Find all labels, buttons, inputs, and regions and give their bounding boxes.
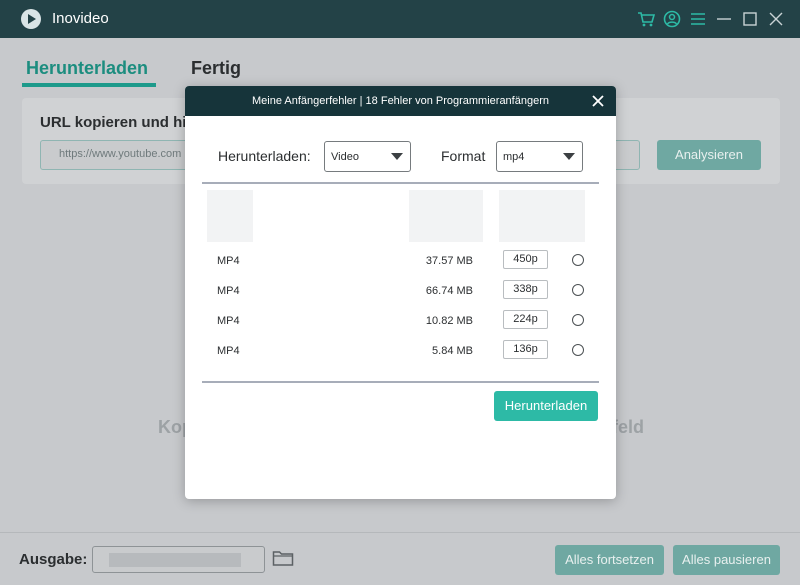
row-radio[interactable] — [572, 254, 584, 266]
row-size: 37.57 MB — [425, 255, 473, 267]
bottom-bar: Ausgabe: Alles fortsetzen Alles pausiere… — [0, 532, 800, 585]
tab-fertig[interactable]: Fertig — [191, 58, 241, 79]
download-type-select[interactable]: Video — [324, 141, 411, 172]
download-button[interactable]: Herunterladen — [494, 391, 598, 421]
cart-icon[interactable] — [636, 9, 656, 29]
format-row[interactable]: MP4 66.74 MB 338p — [185, 276, 616, 306]
row-resolution: 338p — [503, 280, 548, 299]
row-radio[interactable] — [572, 314, 584, 326]
resume-all-button[interactable]: Alles fortsetzen — [555, 545, 664, 575]
video-thumbnail-blurred — [207, 190, 253, 242]
dialog-close-icon[interactable] — [591, 94, 605, 108]
tab-herunterladen[interactable]: Herunterladen — [26, 58, 148, 79]
row-size: 66.74 MB — [425, 285, 473, 297]
row-radio[interactable] — [572, 284, 584, 296]
download-type-value: Video — [331, 151, 359, 163]
divider — [202, 182, 599, 184]
download-options-dialog: Meine Anfängerfehler | 18 Fehler von Pro… — [185, 86, 616, 499]
download-type-label: Herunterladen: — [218, 148, 311, 164]
row-format: MP4 — [217, 285, 240, 297]
output-path-field[interactable] — [92, 546, 265, 573]
close-icon[interactable] — [766, 9, 786, 29]
dialog-title: Meine Anfängerfehler | 18 Fehler von Pro… — [252, 95, 549, 107]
drop-hint-right: feld — [612, 417, 645, 437]
format-select[interactable]: mp4 — [496, 141, 583, 172]
app-logo-icon — [21, 9, 41, 29]
app-title: Inovideo — [52, 10, 109, 27]
title-bar: Inovideo — [0, 0, 800, 38]
header-blurred — [499, 190, 585, 242]
dialog-header: Meine Anfängerfehler | 18 Fehler von Pro… — [185, 86, 616, 116]
row-format: MP4 — [217, 345, 240, 357]
format-value: mp4 — [503, 151, 525, 163]
user-icon[interactable] — [662, 9, 682, 29]
maximize-icon[interactable] — [740, 9, 760, 29]
main-tabs: Herunterladen Fertig — [0, 38, 800, 88]
analyse-button[interactable]: Analysieren — [657, 140, 761, 170]
format-row[interactable]: MP4 5.84 MB 136p — [185, 336, 616, 366]
folder-icon[interactable] — [272, 548, 294, 568]
format-row[interactable]: MP4 37.57 MB 450p — [185, 246, 616, 276]
header-blurred — [409, 190, 483, 242]
format-label: Format — [441, 148, 486, 164]
minimize-icon[interactable] — [714, 9, 734, 29]
row-format: MP4 — [217, 315, 240, 327]
active-tab-indicator — [22, 83, 156, 87]
output-label: Ausgabe: — [19, 551, 88, 568]
chevron-down-icon — [563, 153, 575, 160]
row-size: 10.82 MB — [425, 315, 473, 327]
row-size: 5.84 MB — [432, 345, 473, 357]
row-resolution: 136p — [503, 340, 548, 359]
row-resolution: 224p — [503, 310, 548, 329]
output-path-blurred — [109, 553, 241, 567]
row-format: MP4 — [217, 255, 240, 267]
divider — [202, 381, 599, 383]
chevron-down-icon — [391, 153, 403, 160]
pause-all-button[interactable]: Alles pausieren — [673, 545, 780, 575]
url-panel-title: URL kopieren und hie — [40, 114, 195, 131]
format-row[interactable]: MP4 10.82 MB 224p — [185, 306, 616, 336]
menu-icon[interactable] — [688, 9, 708, 29]
row-radio[interactable] — [572, 344, 584, 356]
row-resolution: 450p — [503, 250, 548, 269]
